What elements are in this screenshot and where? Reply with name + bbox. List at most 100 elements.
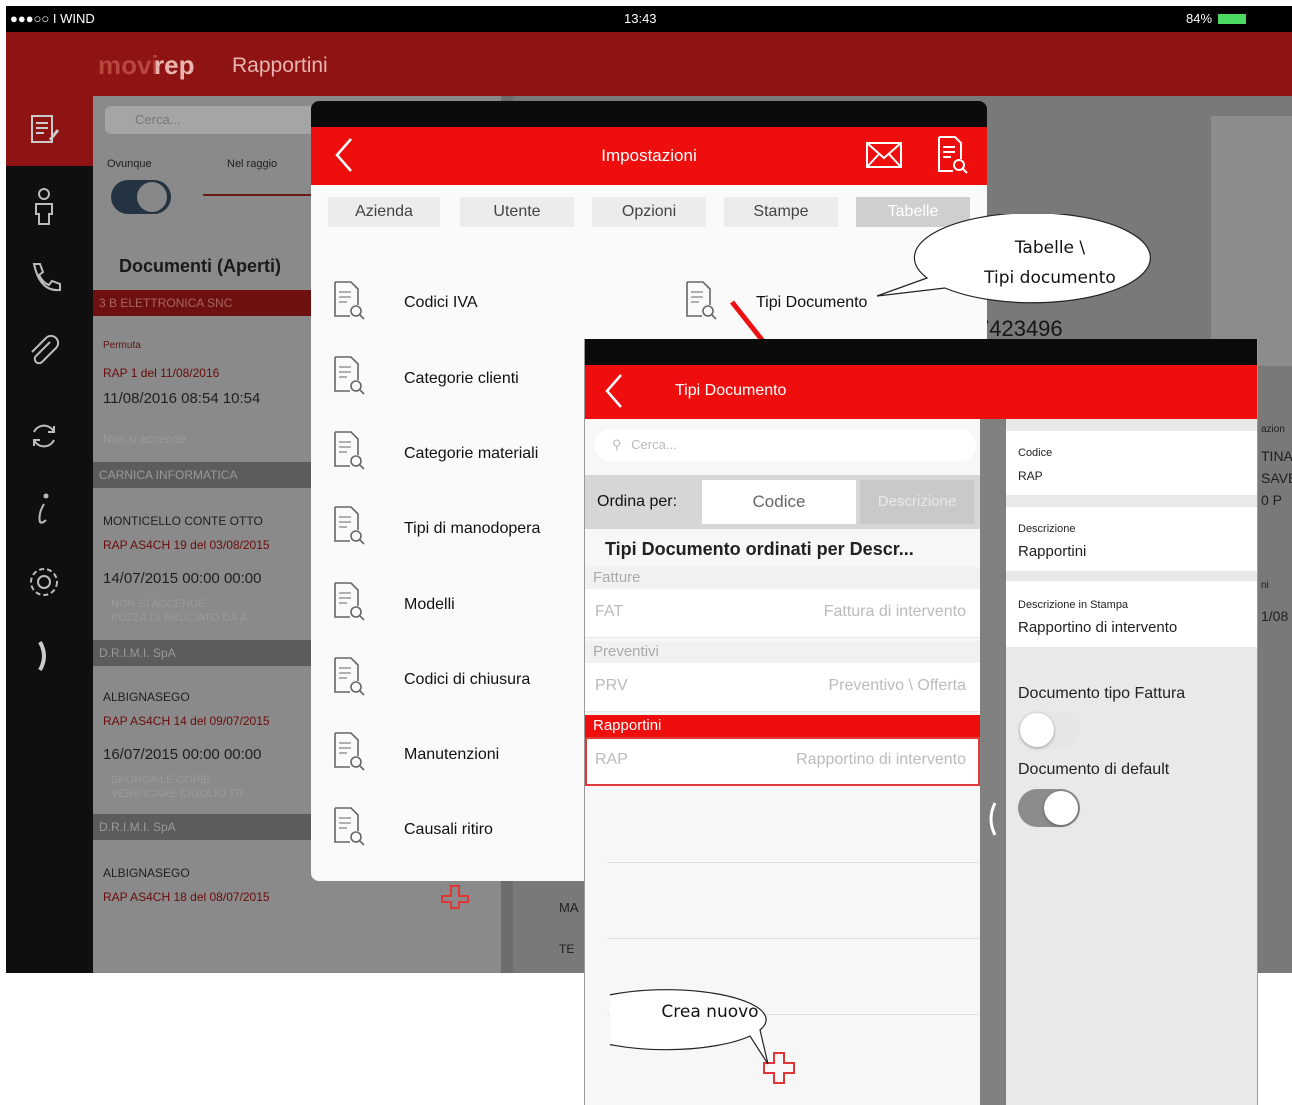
panel-grip-icon[interactable] <box>985 799 999 846</box>
tab-azienda[interactable]: Azienda <box>328 197 440 227</box>
list-heading: Tipi Documento ordinati per Descr... <box>605 539 914 559</box>
document-search-icon <box>332 806 366 848</box>
doc-line: ALBIGNASEGO <box>103 690 190 704</box>
document-search-icon <box>332 505 366 547</box>
app-header: movi rep Rapportini <box>6 32 1292 96</box>
row-description: Fattura di intervento <box>823 603 966 620</box>
phone-icon[interactable] <box>24 258 64 298</box>
settings-item-tipi-di-manodopera[interactable]: Tipi di manodopera <box>404 520 540 538</box>
list-row-prv[interactable]: PRV Preventivo \ Offerta <box>585 663 980 712</box>
app-logo-part-a: movi <box>98 50 159 80</box>
detail-fragment: TE <box>559 942 575 956</box>
document-search-icon <box>332 731 366 773</box>
list-row-fat[interactable]: FAT Fattura di intervento <box>585 589 980 638</box>
descrizione-field[interactable]: Descrizione Rapportini <box>1006 507 1257 571</box>
descrizione-stampa-label: Descrizione in Stampa <box>1018 599 1129 611</box>
doc-line: RAP AS4CH 18 del 08/07/2015 <box>103 890 270 904</box>
settings-item-codici-iva[interactable]: Codici IVA <box>404 294 478 312</box>
toggle-raggio-label: Nel raggio <box>227 158 278 170</box>
doc-line: VERIFICARE CIGOLIO TR <box>111 788 244 800</box>
carrier-label: ●●●○○ I WIND <box>10 11 95 26</box>
callout-tabelle-bubble <box>875 212 1180 314</box>
settings-item-categorie-clienti[interactable]: Categorie clienti <box>404 370 519 388</box>
doc-line: PUZZA DI BRUCIATO DA A <box>111 612 247 624</box>
doc-line: 11/08/2016 08:54 10:54 <box>103 390 261 407</box>
settings-item-categorie-materiali[interactable]: Categorie materiali <box>404 445 538 463</box>
mail-icon[interactable] <box>865 139 903 171</box>
doc-line: Permuta <box>103 340 141 351</box>
attachment-icon[interactable] <box>24 334 64 374</box>
doc-line: RAP AS4CH 14 del 09/07/2015 <box>103 714 270 728</box>
tab-stampe[interactable]: Stampe <box>724 197 838 227</box>
doc-line: MONTICELLO CONTE OTTO <box>103 514 263 528</box>
logo-area <box>1211 116 1292 366</box>
document-search-icon <box>332 581 366 623</box>
tipi-documento-detail-panel: Codice RAP Descrizione Rapportini Descri… <box>1006 419 1257 1105</box>
back-icon[interactable] <box>603 371 625 420</box>
documents-icon[interactable] <box>24 112 64 152</box>
descrizione-stampa-value: Rapportino di intervento <box>1018 619 1178 636</box>
document-search-icon <box>332 430 366 472</box>
document-search-icon[interactable] <box>935 135 969 175</box>
tab-opzioni[interactable]: Opzioni <box>592 197 706 227</box>
codice-value: RAP <box>1018 469 1043 483</box>
codice-field[interactable]: Codice RAP <box>1006 431 1257 495</box>
sync-icon[interactable] <box>24 418 64 458</box>
technician-icon[interactable] <box>24 186 64 226</box>
detail-fragment: SAVE <box>1261 470 1292 486</box>
tipi-documento-navbar: Tipi Documento <box>585 365 1257 419</box>
callout-crea-nuovo-text: Crea nuovo <box>661 1002 759 1022</box>
callout-tabelle-line2: Tipi documento <box>984 268 1116 288</box>
collapse-sidebar-icon[interactable] <box>24 636 64 676</box>
sort-descrizione-button[interactable]: Descrizione <box>860 480 974 524</box>
row-description: Preventivo \ Offerta <box>828 677 966 694</box>
settings-item-modelli[interactable]: Modelli <box>404 596 455 614</box>
codice-label: Codice <box>1018 447 1053 459</box>
documents-heading: Documenti (Aperti) <box>119 256 281 276</box>
radius-slider[interactable] <box>203 194 313 196</box>
row-code: RAP <box>595 751 628 768</box>
status-bar: ●●●○○ I WIND 13:43 84% <box>6 6 1292 32</box>
row-separator <box>607 938 979 939</box>
document-search-icon <box>684 280 718 322</box>
tab-utente[interactable]: Utente <box>460 197 574 227</box>
battery-icon <box>1218 14 1246 24</box>
back-icon[interactable] <box>333 135 355 183</box>
add-button-icon[interactable] <box>440 884 470 918</box>
tipi-search-input[interactable]: ⚲ Cerca... <box>594 429 976 461</box>
settings-item-manutenzioni[interactable]: Manutenzioni <box>404 746 499 764</box>
doc-line: 16/07/2015 00:00 00:00 <box>103 746 262 763</box>
detail-fragment: TINA <box>1261 448 1292 464</box>
sort-codice-button[interactable]: Codice <box>702 480 856 524</box>
settings-gear-icon[interactable] <box>24 564 64 604</box>
search-icon: ⚲ <box>612 437 622 452</box>
section-header-preventivi: Preventivi <box>585 641 980 663</box>
descrizione-stampa-field[interactable]: Descrizione in Stampa Rapportino di inte… <box>1006 581 1257 647</box>
descrizione-value: Rapportini <box>1018 543 1087 560</box>
row-code: FAT <box>595 603 624 620</box>
detail-fragment: MA <box>559 900 579 915</box>
ovunque-toggle[interactable] <box>111 180 171 214</box>
tipo-fattura-label: Documento tipo Fattura <box>1018 685 1186 702</box>
main-sidebar <box>6 96 93 973</box>
doc-line: NON SI ACCENDE <box>111 598 206 610</box>
documento-default-toggle[interactable] <box>1018 789 1080 827</box>
tipo-fattura-toggle[interactable] <box>1018 711 1080 749</box>
toggle-ovunque-label: Ovunque <box>107 158 152 170</box>
detail-fragment: azion <box>1261 424 1285 435</box>
doc-line: SPORCA LE COPIE <box>111 774 211 786</box>
document-search-icon <box>332 355 366 397</box>
app-title: Rapportini <box>232 54 328 77</box>
clock-label: 13:43 <box>624 11 657 26</box>
callout-crea-nuovo-bubble <box>565 982 822 1068</box>
split-divider[interactable] <box>980 419 1006 1105</box>
detail-fragment: 0 P <box>1261 492 1283 508</box>
document-search-icon <box>332 280 366 322</box>
settings-item-codici-di-chiusura[interactable]: Codici di chiusura <box>404 671 530 689</box>
info-icon[interactable] <box>24 490 64 530</box>
tipi-documento-title: Tipi Documento <box>675 382 787 399</box>
settings-item-causali-ritiro[interactable]: Causali ritiro <box>404 821 493 839</box>
list-row-rap-selected[interactable]: RAP Rapportino di intervento <box>585 737 980 786</box>
battery-label: 84% <box>1186 11 1213 26</box>
section-header-fatture: Fatture <box>585 567 980 589</box>
